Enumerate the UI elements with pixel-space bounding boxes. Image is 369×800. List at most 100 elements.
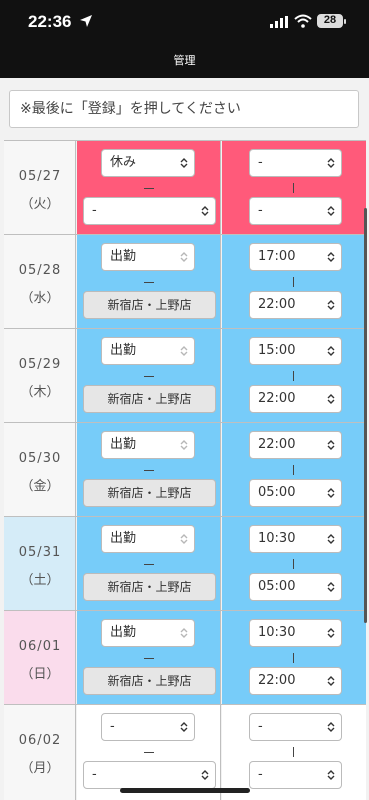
work-cell: 出勤新宿店・上野店 <box>77 329 221 422</box>
date-cell: 05/29 （木） <box>4 329 76 422</box>
weekday-label: （木） <box>20 385 60 400</box>
status-bar: 22:36 28 <box>0 0 369 48</box>
end-time-select[interactable]: - <box>249 197 342 225</box>
work-cell: 出勤新宿店・上野店 <box>77 423 221 516</box>
start-time-select[interactable]: 10:30 <box>249 619 342 647</box>
start-time-select[interactable]: - <box>249 149 342 177</box>
work-cell: 出勤新宿店・上野店 <box>77 611 221 704</box>
table-row: 05/30 （金） 出勤 新宿店・上野店 22:00 05:00 <box>4 422 366 516</box>
weekday-label: （火） <box>20 197 60 212</box>
start-time-select[interactable]: 15:00 <box>249 337 342 365</box>
end-time-select[interactable]: 22:00 <box>249 385 342 413</box>
end-time-select-value: 05:00 <box>258 485 296 500</box>
chevron-updown-icon <box>180 252 188 262</box>
store-select-value: - <box>92 767 97 782</box>
status-select[interactable]: 出勤 <box>101 525 195 553</box>
status-select-value: 休み <box>110 155 137 170</box>
store-select[interactable]: - <box>83 197 216 225</box>
work-cell: -- <box>77 705 221 800</box>
chevron-updown-icon <box>327 346 335 356</box>
start-time-select-value: 10:30 <box>258 531 296 546</box>
start-time-select-value: 17:00 <box>258 249 296 264</box>
weekday-label: （金） <box>20 479 60 494</box>
store-select[interactable]: 新宿店・上野店 <box>83 291 216 319</box>
battery-tip <box>344 19 346 24</box>
store-select[interactable]: 新宿店・上野店 <box>83 667 216 695</box>
date-label: 05/29 <box>18 357 62 372</box>
date-cell: 06/01 （日） <box>4 611 76 704</box>
chevron-updown-icon <box>201 770 209 780</box>
date-cell: 05/27 （火） <box>4 141 76 234</box>
separator-dash <box>144 658 154 659</box>
end-time-select[interactable]: 22:00 <box>249 667 342 695</box>
chevron-updown-icon <box>327 252 335 262</box>
chevron-updown-icon <box>327 722 335 732</box>
chevron-updown-icon <box>180 440 188 450</box>
time-cell: 22:00 05:00 <box>222 423 366 516</box>
location-arrow-icon <box>80 15 92 27</box>
status-select-value: 出勤 <box>110 343 137 358</box>
start-time-select-value: - <box>258 155 263 170</box>
table-row: 05/29 （木） 出勤新宿店・上野店 15:00 22:00 <box>4 328 366 422</box>
table-row: 06/01 （日） 出勤新宿店・上野店 10:30 22:00 <box>4 610 366 704</box>
status-select[interactable]: 出勤 <box>101 243 195 271</box>
separator-dash <box>144 188 154 189</box>
status-select-value: - <box>110 719 115 734</box>
start-time-select[interactable]: 17:00 <box>249 243 342 271</box>
store-select[interactable]: - <box>83 761 216 789</box>
separator-bar <box>293 183 294 193</box>
date-cell: 06/02 （月） <box>4 705 76 800</box>
status-select[interactable]: - <box>101 713 195 741</box>
end-time-select-value: 22:00 <box>258 297 296 312</box>
weekday-label: （土） <box>20 573 60 588</box>
end-time-select[interactable]: 05:00 <box>249 479 342 507</box>
end-time-select-value: 05:00 <box>258 579 296 594</box>
start-time-select-value: 10:30 <box>258 625 296 640</box>
start-time-select-value: 15:00 <box>258 343 296 358</box>
chevron-updown-icon <box>201 206 209 216</box>
separator-dash <box>144 470 154 471</box>
table-row: 05/28 （水） 出勤 新宿店・上野店 17:00 22:00 <box>4 234 366 328</box>
time-cell: 17:00 22:00 <box>222 235 366 328</box>
chevron-updown-icon <box>180 346 188 356</box>
start-time-select-value: - <box>258 719 263 734</box>
date-label: 06/01 <box>18 639 62 654</box>
store-select-value: - <box>92 203 97 218</box>
status-select-value: 出勤 <box>110 437 137 452</box>
scrollbar[interactable] <box>364 208 367 623</box>
page-title: 管理 <box>0 48 369 78</box>
status-select-value: 出勤 <box>110 625 137 640</box>
weekday-label: （月） <box>20 761 60 776</box>
notice-box: ※最後に「登録」を押してください <box>9 90 359 128</box>
time-cell: -- <box>222 705 366 800</box>
store-select[interactable]: 新宿店・上野店 <box>83 479 216 507</box>
store-select[interactable]: 新宿店・上野店 <box>83 573 216 601</box>
end-time-select[interactable]: 22:00 <box>249 291 342 319</box>
status-select-value: 出勤 <box>110 531 137 546</box>
time-cell: 15:00 22:00 <box>222 329 366 422</box>
weekday-label: （日） <box>20 667 60 682</box>
separator-bar <box>293 653 294 663</box>
store-select[interactable]: 新宿店・上野店 <box>83 385 216 413</box>
battery-icon: 28 <box>317 14 343 28</box>
separator-bar <box>293 559 294 569</box>
start-time-select[interactable]: 22:00 <box>249 431 342 459</box>
table-row: 05/27 （火） 休み - - - <box>4 140 366 234</box>
start-time-select[interactable]: - <box>249 713 342 741</box>
chevron-updown-icon <box>327 582 335 592</box>
separator-bar <box>293 371 294 381</box>
chevron-updown-icon <box>327 770 335 780</box>
end-time-select-value: - <box>258 767 263 782</box>
separator-bar <box>293 465 294 475</box>
status-select[interactable]: 出勤 <box>101 619 195 647</box>
status-select[interactable]: 出勤 <box>101 337 195 365</box>
end-time-select[interactable]: 05:00 <box>249 573 342 601</box>
status-select[interactable]: 休み <box>101 149 195 177</box>
status-select[interactable]: 出勤 <box>101 431 195 459</box>
chevron-updown-icon <box>327 488 335 498</box>
date-label: 05/28 <box>18 263 62 278</box>
end-time-select[interactable]: - <box>249 761 342 789</box>
start-time-select[interactable]: 10:30 <box>249 525 342 553</box>
chevron-updown-icon <box>180 722 188 732</box>
end-time-select-value: 22:00 <box>258 391 296 406</box>
